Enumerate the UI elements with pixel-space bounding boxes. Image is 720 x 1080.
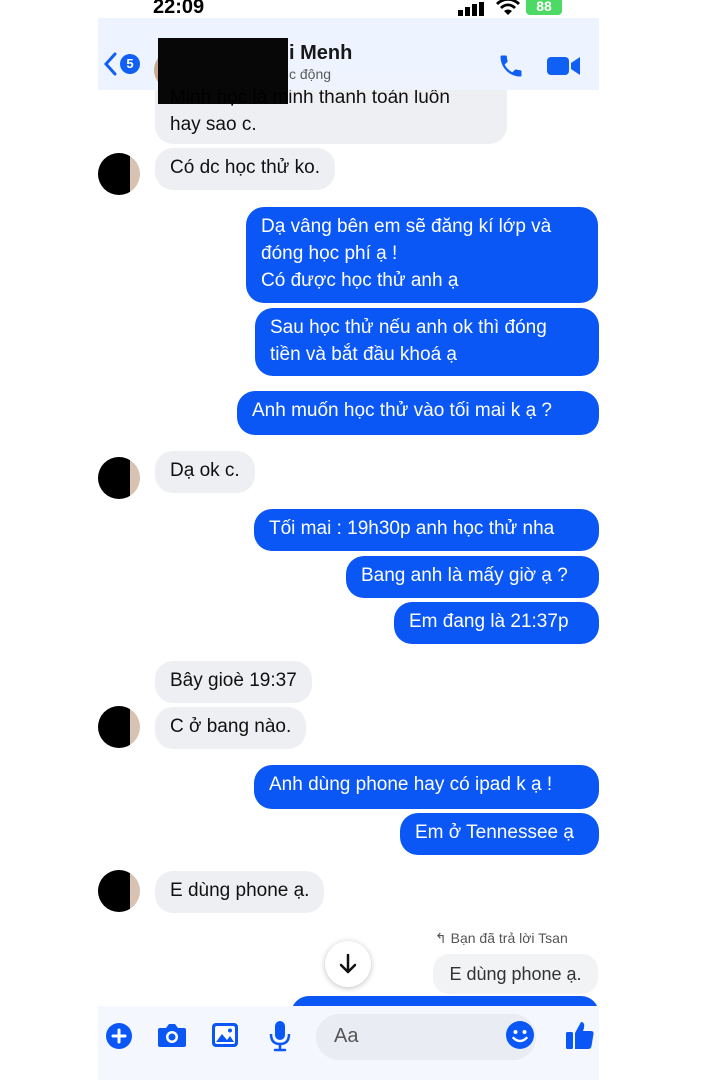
message-outgoing[interactable]: Dạ vâng bên em sẽ đăng kí lớp và đóng họ… <box>246 207 598 303</box>
thumbs-up-icon[interactable] <box>564 1019 596 1051</box>
message-outgoing[interactable]: Bang anh là mấy giờ ạ ? <box>346 556 599 598</box>
reply-arrow-icon: ↰ <box>435 930 447 946</box>
battery-indicator: 88 <box>526 0 562 15</box>
sender-avatar <box>98 153 140 195</box>
sender-avatar <box>98 870 140 912</box>
reply-note-text: Bạn đã trả lời Tsan <box>450 930 568 946</box>
composer-bar: Aa <box>98 1006 599 1080</box>
message-input[interactable]: Aa <box>316 1014 536 1060</box>
message-outgoing[interactable]: Tối mai : 19h30p anh học thử nha <box>254 509 599 551</box>
message-outgoing[interactable]: Em đang là 21:37p <box>394 602 599 644</box>
scroll-to-bottom-button[interactable] <box>325 941 371 987</box>
message-incoming[interactable]: Bây gioè 19:37 <box>155 661 312 703</box>
gallery-icon[interactable] <box>211 1022 239 1048</box>
message-incoming[interactable]: Dạ ok c. <box>155 451 255 493</box>
status-bar: 22:09 88 <box>98 0 599 20</box>
chat-header: 5 i Menh c động <box>98 18 599 104</box>
plus-circle-icon[interactable] <box>105 1022 133 1050</box>
sender-avatar <box>98 706 140 748</box>
message-incoming[interactable]: E dùng phone ạ. <box>155 871 325 913</box>
contact-status: c động <box>289 66 332 82</box>
message-outgoing[interactable]: Em ở Tennessee ạ <box>400 813 599 855</box>
message-outgoing[interactable]: Anh dùng phone hay có ipad k ạ ! <box>254 765 599 809</box>
redaction-block <box>158 38 288 104</box>
back-chevron-icon[interactable] <box>103 52 117 76</box>
contact-name[interactable]: i Menh <box>289 42 352 65</box>
sender-avatar <box>98 457 140 499</box>
quoted-message[interactable]: E dùng phone ạ. <box>433 954 598 994</box>
phone-call-icon[interactable] <box>497 52 525 80</box>
status-time: 22:09 <box>153 0 205 18</box>
messenger-screen: 22:09 88 5 i Menh c động Minh học là <box>98 0 599 1080</box>
emoji-icon[interactable] <box>505 1020 535 1050</box>
video-call-icon[interactable] <box>547 55 581 77</box>
signal-icon <box>458 2 484 16</box>
message-incoming[interactable]: C ở bang nào. <box>155 707 307 749</box>
message-input-placeholder: Aa <box>334 1025 359 1047</box>
arrow-down-icon <box>339 953 357 974</box>
wifi-icon <box>496 0 520 15</box>
message-outgoing[interactable]: Anh muốn học thử vào tối mai k ạ ? <box>237 391 599 435</box>
message-outgoing[interactable]: Sau học thử nếu anh ok thì đóng tiền và … <box>255 308 599 376</box>
microphone-icon[interactable] <box>269 1020 291 1052</box>
camera-icon[interactable] <box>157 1022 187 1048</box>
unread-badge[interactable]: 5 <box>120 54 140 74</box>
message-incoming[interactable]: Có dc học thử ko. <box>155 148 336 190</box>
reply-context: ↰ Bạn đã trả lời Tsan <box>435 930 568 947</box>
